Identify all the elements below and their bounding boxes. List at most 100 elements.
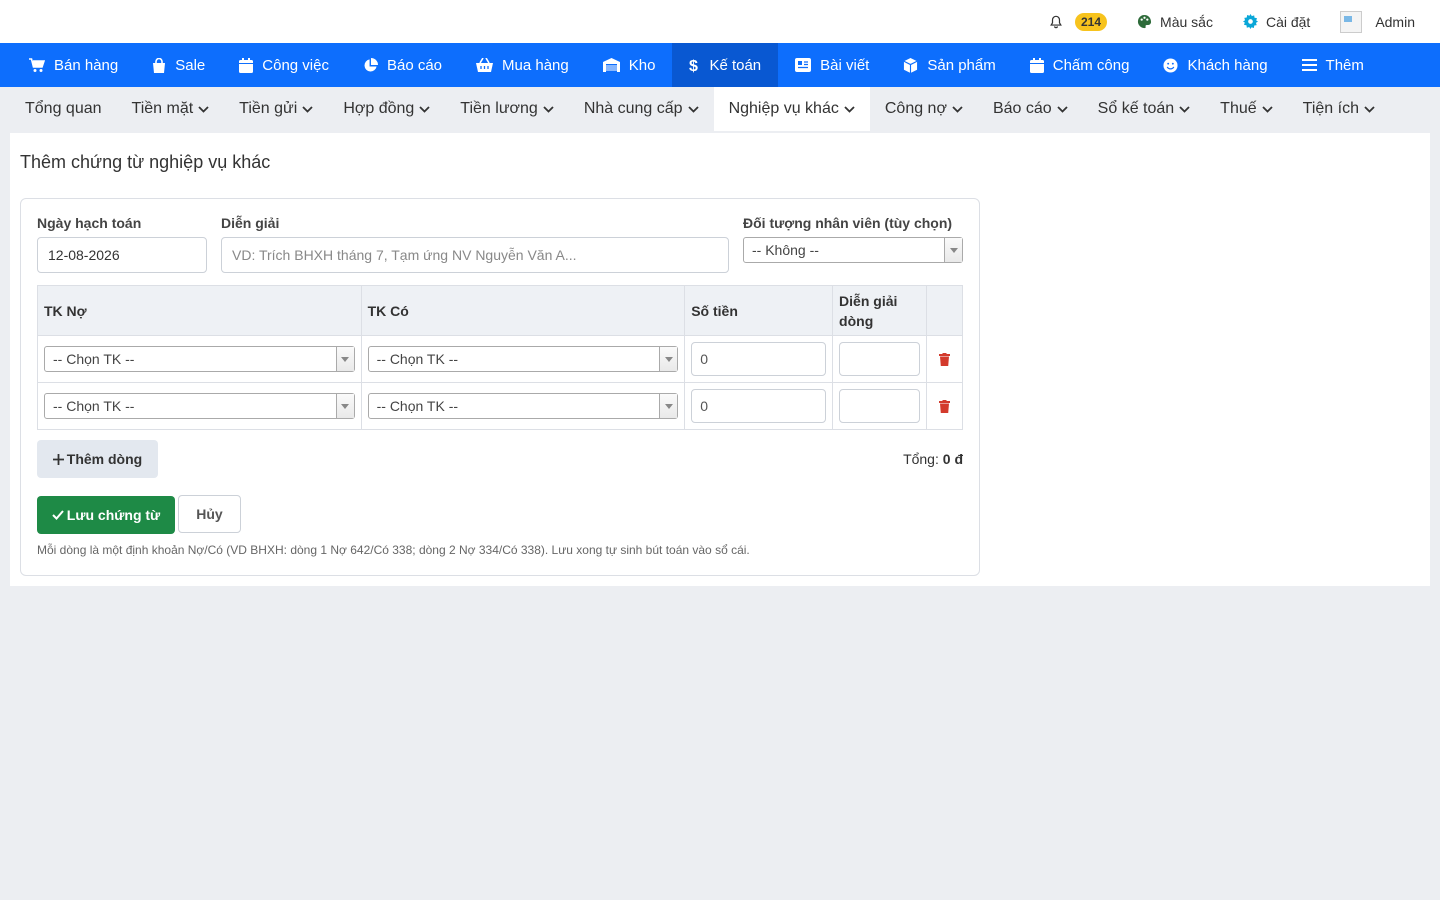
help-text: Mỗi dòng là một định khoản Nợ/Có (VD BHX…: [37, 543, 750, 557]
tab-cong-no[interactable]: Công nợ: [870, 87, 978, 131]
nav-item-kho[interactable]: Kho: [586, 43, 673, 87]
tab-so-ke-toan[interactable]: Sổ kế toán: [1083, 87, 1206, 131]
credit-cell: -- Chọn TK --: [360, 335, 686, 383]
settings-button[interactable]: Cài đặt: [1242, 13, 1311, 30]
nav-item-sale[interactable]: Sale: [135, 43, 222, 87]
description-input[interactable]: [221, 237, 729, 273]
chevron-down-icon: [952, 105, 963, 113]
plus-icon: [52, 453, 64, 465]
nav-item-ban-hang[interactable]: Bán hàng: [12, 43, 135, 87]
nav-label: Sản phẩm: [927, 56, 996, 74]
avatar: [1340, 10, 1363, 33]
tab-thue[interactable]: Thuế: [1205, 87, 1287, 131]
tab-tong-quan[interactable]: Tổng quan: [10, 87, 117, 131]
nav-item-khach-hang[interactable]: Khách hàng: [1146, 43, 1284, 87]
tab-tien-ich[interactable]: Tiện ích: [1288, 87, 1390, 131]
notification-count-badge: 214: [1075, 12, 1108, 31]
content-panel: Thêm chứng từ nghiệp vụ khác Ngày hạch t…: [10, 133, 1430, 586]
debit-account-select[interactable]: -- Chọn TK --: [44, 346, 355, 372]
entry-lines-table: TK Nợ TK Có Số tiền Diễn giải dòng -- Ch…: [37, 285, 964, 430]
amount-input[interactable]: [691, 389, 827, 423]
nav-item-cham-cong[interactable]: Chấm công: [1013, 43, 1147, 87]
save-voucher-button[interactable]: Lưu chứng từ: [37, 496, 175, 534]
newspaper-icon: [795, 58, 812, 72]
tab-label: Nhà cung cấp: [583, 100, 683, 117]
debit-cell: -- Chọn TK --: [37, 335, 362, 383]
actions-cell: [925, 335, 964, 383]
tab-tien-luong[interactable]: Tiền lương: [445, 87, 569, 131]
voucher-form-card: Ngày hạch toán Diễn giải Đối tượng nhân …: [20, 198, 980, 576]
dropdown-arrow-icon: [335, 347, 354, 371]
nav-item-ke-toan[interactable]: $ Kế toán: [672, 43, 779, 87]
tab-label: Công nợ: [884, 100, 947, 117]
date-label: Ngày hạch toán: [37, 215, 142, 231]
line-description-input[interactable]: [839, 342, 920, 376]
nav-label: Chấm công: [1052, 56, 1130, 74]
nav-label: Công việc: [262, 56, 329, 74]
nav-item-cong-viec[interactable]: Công việc: [222, 43, 346, 87]
nav-item-bao-cao[interactable]: Báo cáo: [346, 43, 459, 87]
tab-bao-cao[interactable]: Báo cáo: [978, 87, 1083, 131]
notifications-button[interactable]: 214: [1049, 12, 1108, 31]
tab-nghiep-vu-khac[interactable]: Nghiệp vụ khác: [713, 87, 870, 131]
select-value: -- Chọn TK --: [53, 351, 135, 367]
tab-label: Sổ kế toán: [1097, 100, 1175, 117]
pie-chart-icon: [363, 57, 378, 73]
calendar-icon: [1029, 57, 1044, 73]
warehouse-icon: [602, 58, 620, 72]
debit-cell: -- Chọn TK --: [37, 382, 362, 430]
sub-nav: Tổng quan Tiền mặt Tiền gửi Hợp đồng Tiề…: [0, 87, 1440, 131]
nav-item-mua-hang[interactable]: Mua hàng: [459, 43, 586, 87]
tab-label: Tiện ích: [1302, 100, 1359, 117]
nav-item-bai-viet[interactable]: Bài viết: [778, 43, 886, 87]
date-input[interactable]: [37, 237, 207, 273]
tab-label: Tiền lương: [460, 100, 538, 117]
gear-icon: [1242, 14, 1258, 29]
cart-icon: [29, 57, 45, 73]
cancel-button[interactable]: Hủy: [178, 495, 241, 533]
credit-account-select[interactable]: -- Chọn TK --: [367, 346, 679, 372]
tab-label: Báo cáo: [992, 100, 1052, 117]
chevron-down-icon: [687, 105, 699, 113]
user-menu[interactable]: Admin: [1340, 10, 1415, 33]
tab-hop-dong[interactable]: Hợp đồng: [328, 87, 445, 131]
nav-item-san-pham[interactable]: Sản phẩm: [886, 43, 1012, 87]
colors-button[interactable]: Màu sắc: [1137, 14, 1213, 30]
employee-select[interactable]: -- Không --: [743, 237, 963, 263]
palette-icon: [1137, 14, 1152, 29]
nav-label: Sale: [175, 56, 206, 74]
chevron-down-icon: [198, 105, 209, 113]
colors-label: Màu sắc: [1160, 13, 1213, 30]
header-credit-account: TK Có: [360, 285, 686, 336]
menu-icon: [1301, 59, 1317, 71]
total-label: Tổng:: [903, 451, 939, 467]
amount-input[interactable]: [691, 342, 827, 376]
chevron-down-icon: [543, 105, 554, 113]
chevron-down-icon: [1179, 105, 1190, 113]
table-header-row: TK Nợ TK Có Số tiền Diễn giải dòng: [37, 285, 964, 336]
actions-cell: [925, 382, 964, 430]
tab-tien-mat[interactable]: Tiền mặt: [117, 87, 225, 131]
tab-nha-cung-cap[interactable]: Nhà cung cấp: [569, 87, 714, 131]
chevron-down-icon: [844, 105, 855, 113]
user-name: Admin: [1375, 13, 1415, 30]
credit-account-select[interactable]: -- Chọn TK --: [367, 393, 679, 419]
total-value: 0 đ: [942, 451, 963, 467]
tab-tien-gui[interactable]: Tiền gửi: [224, 87, 328, 131]
trash-icon[interactable]: [933, 352, 956, 366]
nav-item-them[interactable]: Thêm: [1285, 43, 1381, 87]
tab-label: Tiền mặt: [131, 100, 194, 117]
main-nav: Bán hàng Sale Công việc Báo cáo Mua hàng…: [0, 43, 1440, 87]
add-row-button[interactable]: Thêm dòng: [37, 440, 158, 478]
line-description-input[interactable]: [839, 389, 920, 423]
debit-account-select[interactable]: -- Chọn TK --: [44, 393, 355, 419]
tab-label: Hợp đồng: [343, 100, 415, 117]
trash-icon[interactable]: [933, 399, 956, 413]
select-value: -- Chọn TK --: [376, 351, 459, 367]
select-value: -- Chọn TK --: [53, 398, 135, 414]
dropdown-arrow-icon: [659, 347, 678, 371]
bell-icon: [1049, 15, 1063, 29]
tab-label: Tổng quan: [25, 100, 102, 117]
header-actions: [925, 285, 964, 336]
settings-label: Cài đặt: [1265, 13, 1311, 30]
